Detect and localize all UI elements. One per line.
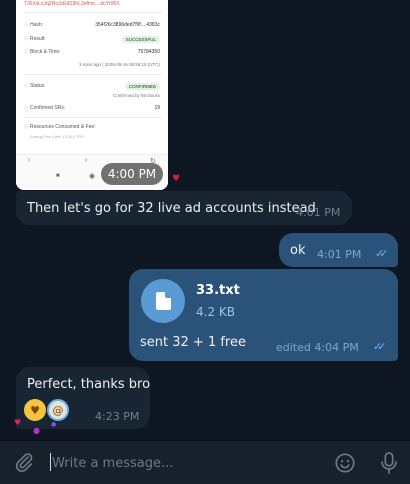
block-time-sub: 3 mins ago | 2025-09-16 08:56:15 (UTC) (79, 62, 160, 67)
result-badge: SUCCESSFUL (121, 35, 160, 43)
double-check-icon: ✓✓ (375, 247, 389, 260)
message-time: 4:01 PM (296, 206, 341, 219)
status-badge: CONFIRMED (124, 82, 160, 90)
screenshot-content: TJ6XxLsJqZRoJvEdS9hL3efhm....dcYr95X Has… (16, 0, 168, 190)
file-size: 4.2 KB (196, 305, 235, 319)
image-timestamp: 4:00 PM (101, 163, 163, 185)
address-link: TJ6XxLsJqZRoJvEdS9hL3efhm....dcYr95X (24, 1, 120, 7)
confetti-icon: ♥ (14, 418, 22, 427)
chevron-right-icon: › (85, 157, 88, 164)
incoming-message[interactable]: Then let's go for 32 live ad accounts in… (16, 191, 352, 225)
message-text: Then let's go for 32 live ad accounts in… (27, 201, 316, 216)
reactions[interactable]: ♥ @ (24, 399, 69, 421)
outgoing-file-message[interactable]: 33.txt 4.2 KB sent 32 + 1 free edited 4:… (129, 269, 398, 361)
confirmed-sub: Confirmed by 69 blocks (112, 93, 160, 98)
file-caption: sent 32 + 1 free (140, 335, 246, 350)
incoming-message[interactable]: Perfect, thanks bro ♥ @ 4:23 PM (16, 367, 150, 429)
file-icon[interactable] (141, 279, 185, 323)
confetti-icon: ● (33, 426, 40, 435)
square-icon: ■ (56, 173, 60, 179)
chat-area: TJ6XxLsJqZRoJvEdS9hL3efhm....dcYr95X Has… (0, 0, 410, 440)
result-row: Result: SUCCESSFUL (24, 34, 160, 44)
dizzy-face-emoji-icon[interactable]: @ (47, 399, 69, 421)
home-circle-icon: ◉ (89, 173, 96, 180)
message-composer (0, 440, 410, 484)
message-input[interactable] (52, 452, 312, 474)
confetti-icon: ● (51, 421, 57, 428)
confirmed-srs-row: Confirmed SRs: 19 (24, 103, 160, 113)
message-time: 4:23 PM (95, 410, 140, 423)
divider (24, 117, 162, 118)
status-row: Status: CONFIRMED (24, 81, 160, 91)
double-check-icon: ✓✓ (373, 340, 387, 353)
file-name[interactable]: 33.txt (196, 283, 240, 298)
fee-sub: Energy Fee (Unit: 13.344 TRX (30, 134, 84, 139)
divider (24, 12, 162, 13)
smiling-hearts-emoji-icon[interactable]: ♥ (24, 399, 46, 421)
microphone-icon[interactable] (378, 451, 400, 475)
block-row: Block & Time: 75784350 (24, 47, 160, 57)
text-caret (50, 453, 51, 471)
divider (24, 74, 162, 75)
chevron-left-icon: ‹ (28, 157, 31, 164)
message-text: Perfect, thanks bro (27, 377, 151, 392)
message-time: edited 4:04 PM (276, 341, 359, 354)
heart-icon: ♥ (172, 174, 181, 184)
outgoing-message[interactable]: ok 4:01 PM ✓✓ (279, 233, 398, 267)
resources-row: Resources Consumed & Fee: (24, 122, 160, 132)
image-message[interactable]: TJ6XxLsJqZRoJvEdS9hL3efhm....dcYr95X Has… (16, 0, 168, 190)
message-time: 4:01 PM (317, 248, 362, 261)
message-text: ok (290, 243, 306, 258)
hash-row: Hash: 354f26c3896ded7f9f....4383c (24, 20, 160, 30)
paperclip-icon[interactable] (13, 451, 35, 473)
emoji-icon[interactable] (334, 452, 356, 474)
